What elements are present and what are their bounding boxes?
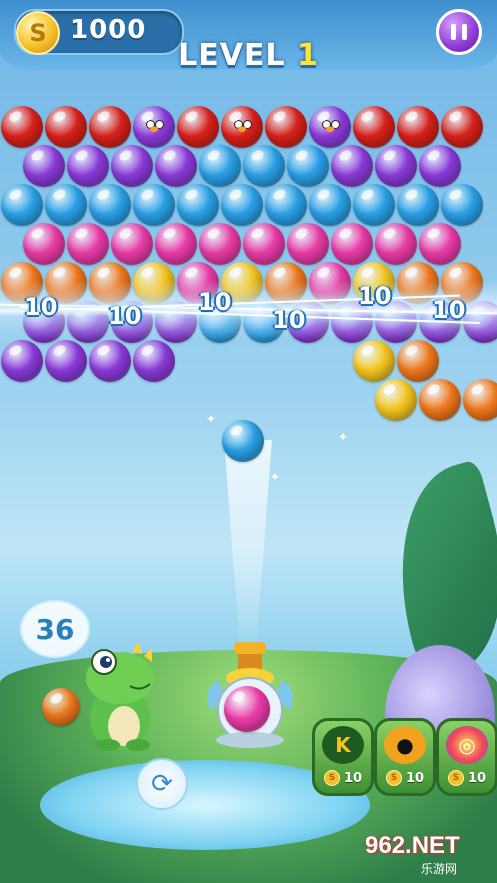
creature-beak [326,127,334,132]
bubble-purple [89,340,131,382]
loaded-bubble [224,686,270,732]
k-block-icon: K [322,726,364,764]
bubble-pink [287,223,329,265]
shot-bubble [222,420,264,462]
creature-face-icon [234,120,252,132]
bubble-purple [419,145,461,187]
creature-face-icon [322,120,340,132]
watermark: 962.NET 乐游网 [365,832,490,876]
bubble-red [89,106,131,148]
score-popup: 10 [24,293,58,321]
bubble-blue [177,184,219,226]
bubble-pink [23,223,65,265]
bubble-pink [111,223,153,265]
bubble-orange [463,379,497,421]
bubble-blue [45,184,87,226]
coin-icon: S [447,770,464,786]
bubble-purple [155,145,197,187]
bubble-blue [441,184,483,226]
bubble-pink [199,223,241,265]
bubble-yellow [375,379,417,421]
bubble-purple [375,145,417,187]
bubble-red [45,106,87,148]
bubble-purple [23,145,65,187]
bubble-red [353,106,395,148]
score-popup: 10 [358,282,392,310]
bubble-grid [0,0,497,470]
creature-bubble [133,106,175,148]
bubble-blue [221,184,263,226]
bubble-blue [243,145,285,187]
bubble-red [265,106,307,148]
swap-icon: ⟳ [151,769,173,799]
bubble-yellow [353,340,395,382]
booster-k-block[interactable]: K S 10 [312,718,374,796]
bubble-purple [133,340,175,382]
bubble-purple [111,145,153,187]
swap-bubble-button[interactable]: ⟳ [136,758,188,810]
bubble-red [177,106,219,148]
creature-beak [150,127,158,132]
creature-bubble [309,106,351,148]
bubble-blue [199,145,241,187]
booster-price: S 10 [319,769,367,787]
bubble-pink [67,223,109,265]
bubble-blue [265,184,307,226]
booster-cost-value: 10 [467,770,487,786]
bubble-purple [1,340,43,382]
bubble-pink [375,223,417,265]
bubble-orange [397,340,439,382]
score-popup: 10 [272,306,306,334]
creature-beak [238,127,246,132]
lightning-clear-effect [0,280,497,340]
coin-icon: S [323,770,340,786]
bubble-pink [419,223,461,265]
bubble-red [441,106,483,148]
bubble-blue [1,184,43,226]
bubble-purple [331,145,373,187]
bubble-red [1,106,43,148]
bubble-blue [397,184,439,226]
bubble-blue [89,184,131,226]
booster-cost-value: 10 [405,770,425,786]
booster-price: S 10 [443,769,491,787]
bubble-blue [133,184,175,226]
booster-rainbow-ball[interactable]: ◎ S 10 [436,718,497,796]
score-popup: 10 [108,302,142,330]
sparkle-icon: ✦ [206,412,217,426]
bubble-purple [45,340,87,382]
sparkle-icon: ✦ [270,470,281,484]
shot-trail [224,440,272,660]
bomb-icon: ● [384,726,426,764]
bubble-pink [331,223,373,265]
bubble-blue [353,184,395,226]
bubble-red [397,106,439,148]
rainbow-ball-icon: ◎ [446,726,488,764]
bubble-blue [287,145,329,187]
score-popup: 10 [432,296,466,324]
coin-icon: S [385,770,402,786]
booster-price: S 10 [381,769,429,787]
watermark-main: 962.NET [365,832,460,859]
bubble-pink [155,223,197,265]
next-bubble [42,688,80,726]
booster-bomb[interactable]: ● S 10 [374,718,436,796]
score-popup: 10 [198,288,232,316]
bubble-pink [243,223,285,265]
watermark-sub: 乐游网 [421,862,458,876]
bubble-purple [67,145,109,187]
bubble-orange [419,379,461,421]
creature-face-icon [146,120,164,132]
sparkle-icon: ✦ [338,430,349,444]
creature-bubble [221,106,263,148]
booster-cost-value: 10 [343,770,363,786]
bubble-blue [309,184,351,226]
